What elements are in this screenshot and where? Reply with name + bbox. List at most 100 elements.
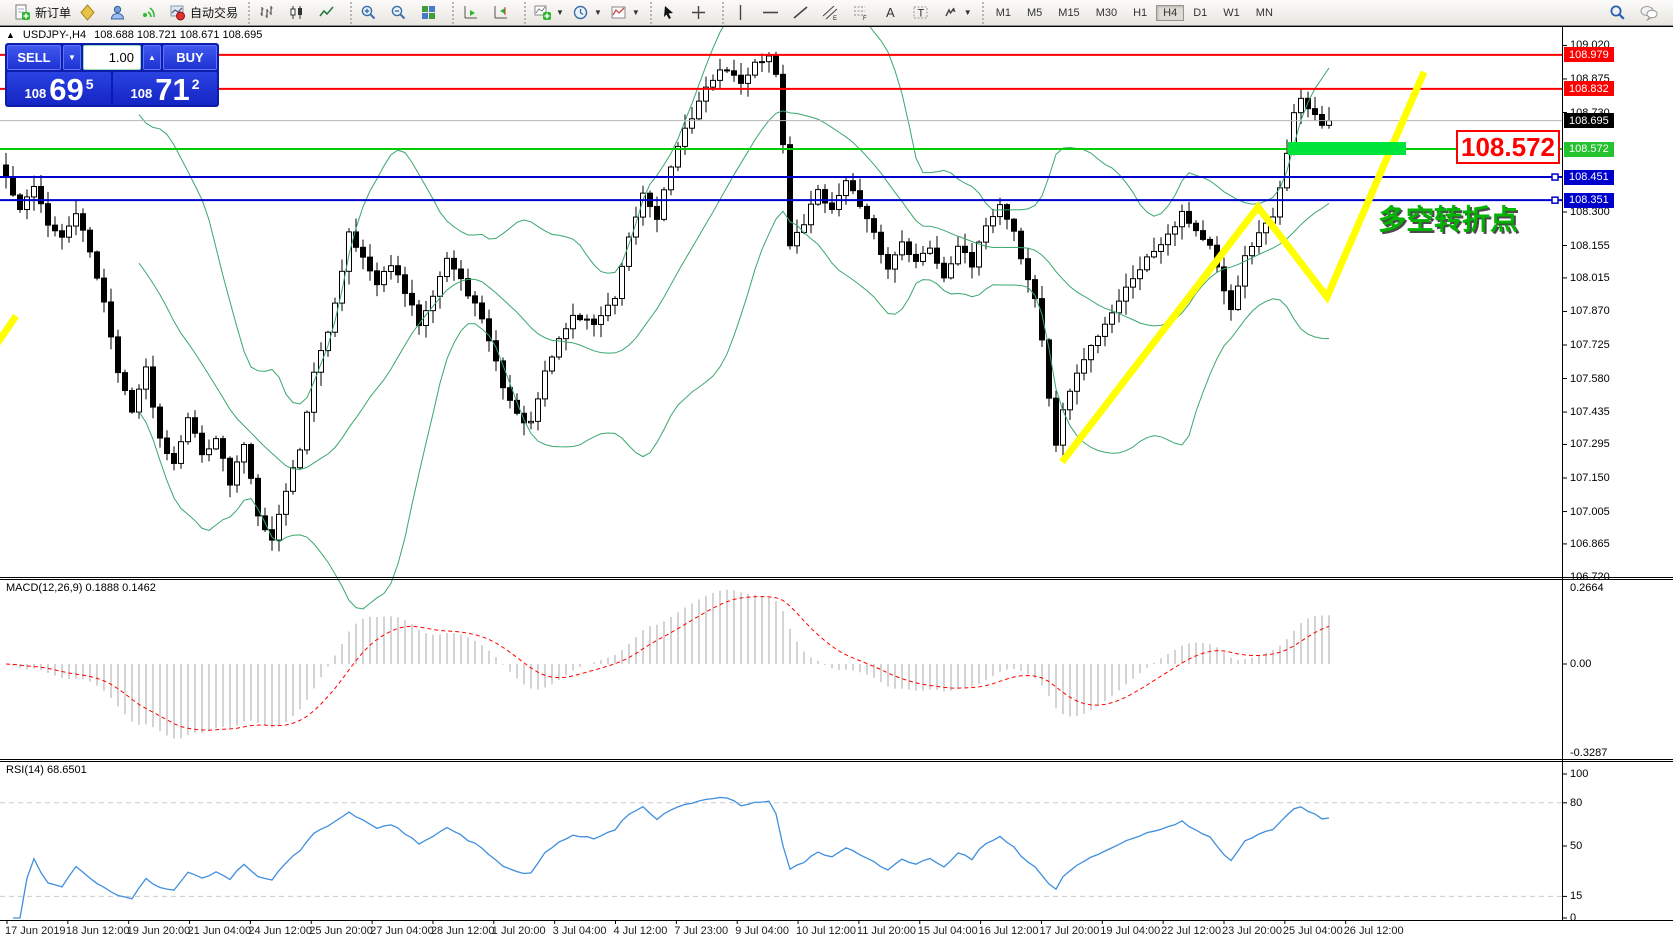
zoom-out-button[interactable]	[386, 1, 416, 25]
bars-button[interactable]	[254, 1, 284, 25]
chart-window[interactable]: ▲ USDJPY-,H4 108.688 108.721 108.671 108…	[0, 26, 1673, 946]
svg-text:F: F	[863, 16, 867, 21]
indicators-button[interactable]: ▼	[530, 1, 568, 25]
price-tick-label: 107.725	[1570, 339, 1610, 351]
buy-price[interactable]: 108 71 2	[113, 72, 217, 105]
price-tick-label: 15	[1570, 890, 1582, 902]
price-line-badge: 108.979	[1564, 47, 1614, 62]
time-tick-label: 19 Jun 20:00	[127, 925, 191, 937]
price-tick-label: 0.00	[1570, 658, 1591, 670]
timeframe-D1[interactable]: D1	[1186, 5, 1214, 21]
time-tick-label: 25 Jun 20:00	[309, 925, 373, 937]
signal-button[interactable]	[135, 1, 165, 25]
new-order-button[interactable]: 新订单	[10, 1, 75, 25]
linechart-button[interactable]	[314, 1, 344, 25]
timeframe-H4[interactable]: H4	[1156, 5, 1184, 21]
trendline-button[interactable]	[788, 1, 818, 25]
time-tick-label: 17 Jun 2019	[5, 925, 66, 937]
tile-icon	[420, 4, 437, 21]
template-button[interactable]: ▼	[606, 1, 644, 25]
autotrade-icon	[169, 4, 186, 21]
price-tick-label: 107.150	[1570, 472, 1610, 484]
price-tick-label: 50	[1570, 840, 1582, 852]
ohlc-values-label: 108.688 108.721 108.671 108.695	[94, 29, 262, 41]
price-tick-label: 107.295	[1570, 438, 1610, 450]
price-annotation-box[interactable]: 108.572	[1456, 130, 1560, 164]
zoom-in-icon	[360, 4, 377, 21]
tile-button[interactable]	[416, 1, 446, 25]
trendline-icon	[792, 4, 809, 21]
collapse-triangle-icon[interactable]: ▲	[6, 30, 15, 40]
time-tick-label: 4 Jul 12:00	[614, 925, 668, 937]
time-tick-label: 25 Jul 04:00	[1283, 925, 1343, 937]
vline-icon	[732, 4, 749, 21]
time-tick-label: 1 Jul 20:00	[492, 925, 546, 937]
shift-button[interactable]	[488, 1, 518, 25]
cursor-icon	[660, 4, 677, 21]
toolbar-group: 新订单 自动交易	[6, 2, 246, 24]
text-a-button[interactable]: A	[878, 1, 908, 25]
chart-title: ▲ USDJPY-,H4 108.688 108.721 108.671 108…	[6, 29, 262, 41]
price-tick-label: 107.870	[1570, 305, 1610, 317]
signal-icon	[139, 4, 156, 21]
hline-icon	[762, 4, 779, 21]
scroll-end-button[interactable]	[458, 1, 488, 25]
time-tick-label: 28 Jun 12:00	[431, 925, 495, 937]
buy-button[interactable]: BUY	[163, 45, 217, 70]
sell-price[interactable]: 108 69 5	[7, 72, 111, 105]
chart-canvas[interactable]	[0, 26, 1673, 946]
crosshair-icon	[690, 4, 707, 21]
user-icon	[109, 4, 126, 21]
channel-button[interactable]: E	[818, 1, 848, 25]
fibo-button[interactable]: F	[848, 1, 878, 25]
fibo-icon: F	[852, 4, 869, 21]
turning-point-annotation[interactable]: 多空转折点	[1378, 198, 1518, 238]
arrows-dropdown-icon[interactable]: ▼	[964, 8, 972, 17]
shift-icon	[492, 4, 509, 21]
autotrade-button[interactable]: 自动交易	[165, 1, 242, 25]
zoom-in-button[interactable]	[356, 1, 386, 25]
timeframe-M15[interactable]: M15	[1051, 5, 1086, 21]
timeframe-H1[interactable]: H1	[1126, 5, 1154, 21]
volume-increase-button[interactable]: ▲	[143, 45, 161, 70]
volume-input[interactable]	[83, 45, 141, 70]
search-button[interactable]	[1605, 1, 1635, 25]
sell-price-sup: 5	[86, 76, 94, 92]
volume-decrease-button[interactable]: ▼	[63, 45, 81, 70]
toolbar-group	[650, 2, 720, 24]
channel-icon: E	[822, 4, 839, 21]
time-tick-label: 22 Jul 12:00	[1161, 925, 1221, 937]
price-tick-label: 107.580	[1570, 373, 1610, 385]
time-tick-label: 16 Jul 12:00	[979, 925, 1039, 937]
mt4-terminal: 新订单 自动交易 ▼ ▼ ▼ E F AT ▼ M1M5M15M30H1H4D1W1MN ▲ US…	[0, 0, 1673, 946]
chat-button[interactable]	[1635, 1, 1665, 25]
template-dropdown-icon[interactable]: ▼	[632, 8, 640, 17]
timeframe-M5[interactable]: M5	[1020, 5, 1049, 21]
chart-gold-icon	[79, 4, 96, 21]
time-tick-label: 26 Jul 12:00	[1344, 925, 1404, 937]
label-t-button[interactable]: T	[908, 1, 938, 25]
crosshair-button[interactable]	[686, 1, 716, 25]
timeframe-group: M1M5M15M30H1H4D1W1MN	[982, 2, 1285, 24]
sell-price-prefix: 108	[25, 86, 47, 101]
periods-dropdown-icon[interactable]: ▼	[594, 8, 602, 17]
timeframe-MN[interactable]: MN	[1249, 5, 1280, 21]
timeframe-M1[interactable]: M1	[989, 5, 1018, 21]
price-tick-label: 108.155	[1570, 240, 1610, 252]
price-tick-label: 0	[1570, 912, 1576, 924]
time-tick-label: 17 Jul 20:00	[1039, 925, 1099, 937]
vline-button[interactable]	[728, 1, 758, 25]
periods-button[interactable]: ▼	[568, 1, 606, 25]
hline-button[interactable]	[758, 1, 788, 25]
sell-button[interactable]: SELL	[7, 45, 61, 70]
cursor-button[interactable]	[656, 1, 686, 25]
price-tick-label: 108.015	[1570, 272, 1610, 284]
user-button[interactable]	[105, 1, 135, 25]
indicators-dropdown-icon[interactable]: ▼	[556, 8, 564, 17]
toolbar-group	[248, 2, 348, 24]
timeframe-W1[interactable]: W1	[1216, 5, 1247, 21]
candles-button[interactable]	[284, 1, 314, 25]
timeframe-M30[interactable]: M30	[1089, 5, 1124, 21]
chart-gold-button[interactable]	[75, 1, 105, 25]
arrows-button[interactable]: ▼	[938, 1, 976, 25]
